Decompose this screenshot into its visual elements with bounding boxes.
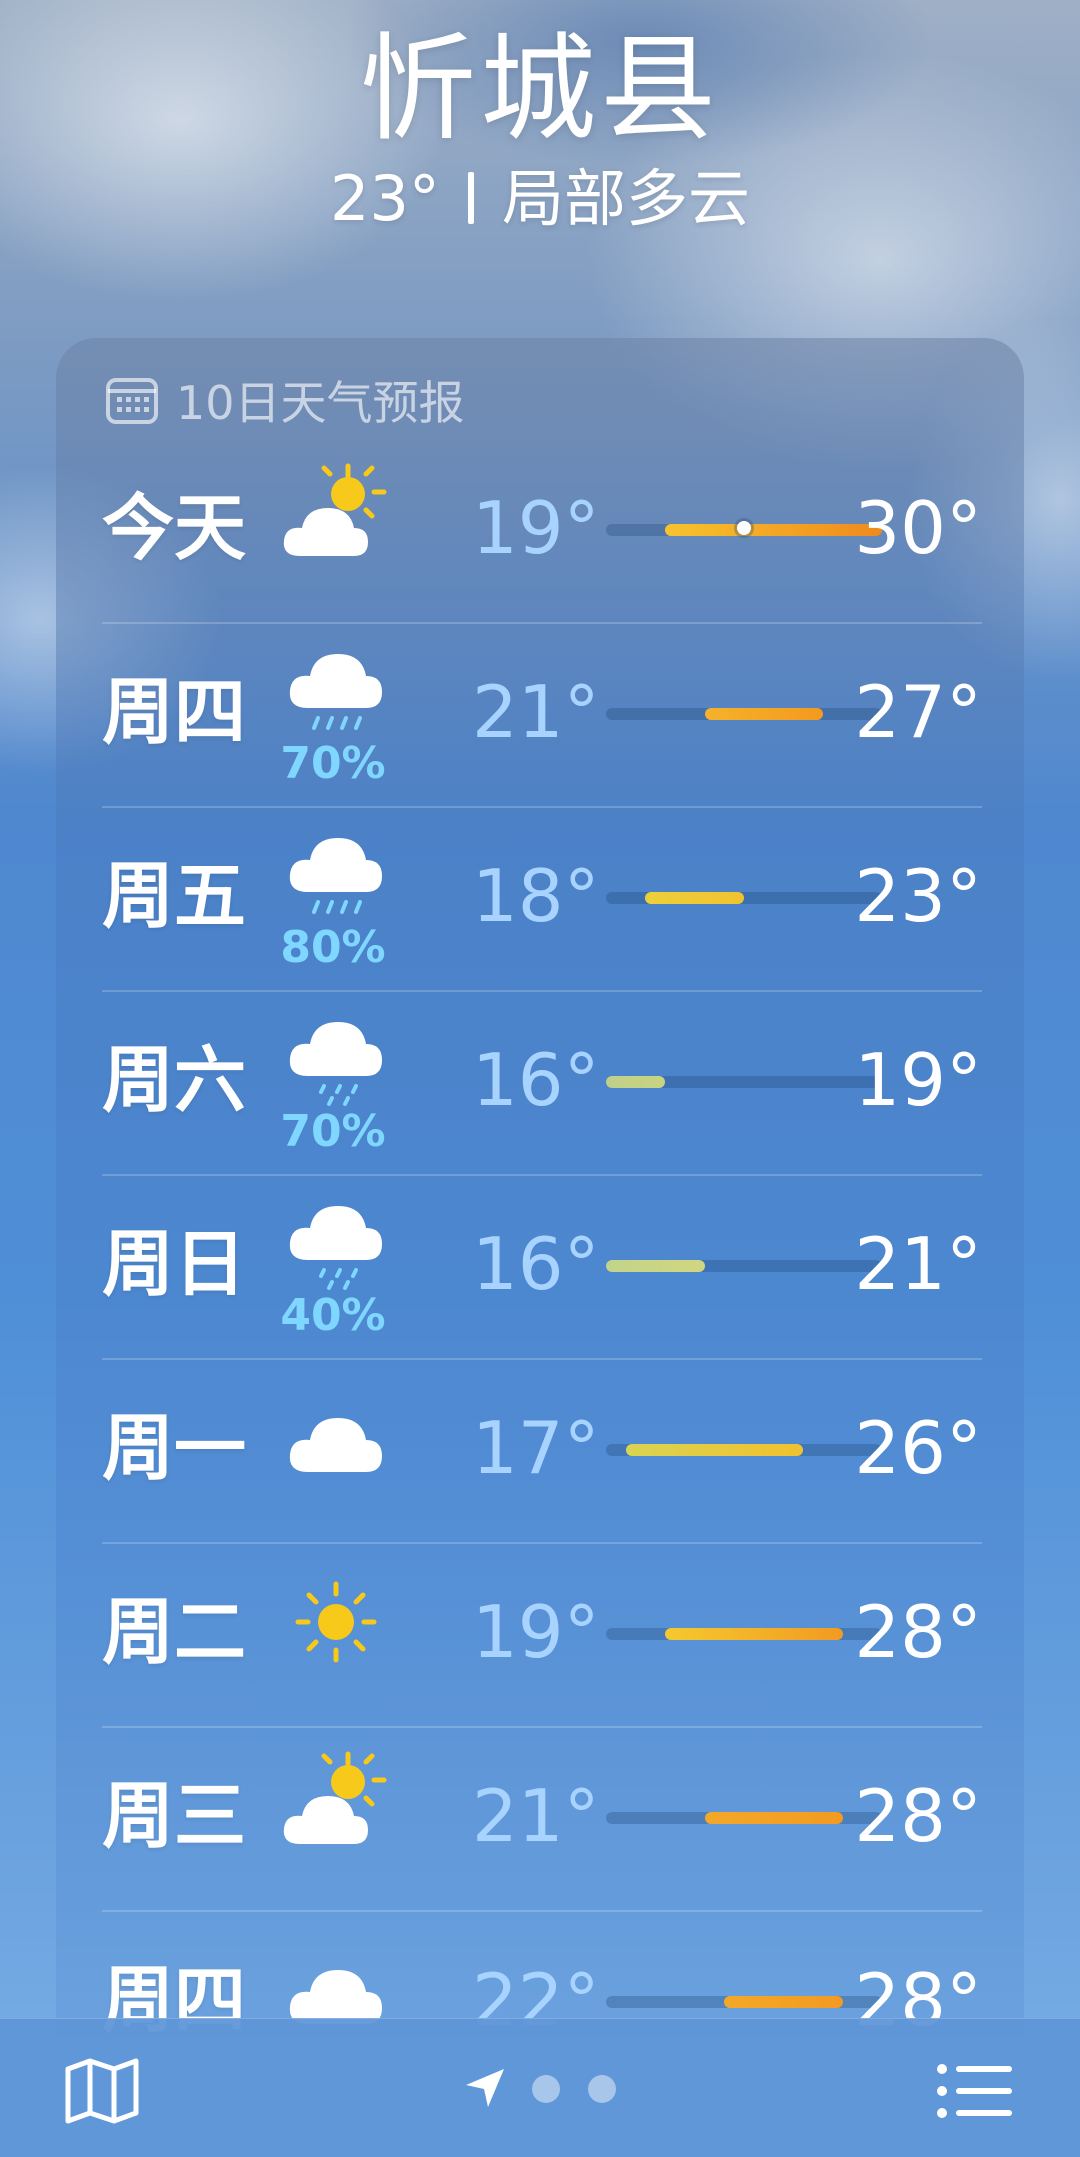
current-temperature-dot bbox=[737, 521, 751, 535]
temperature-range-bar bbox=[606, 1260, 882, 1272]
forecast-row[interactable]: 周一 17° 26° bbox=[102, 1358, 982, 1542]
high-temperature: 27° bbox=[854, 670, 982, 754]
row-divider bbox=[102, 1358, 982, 1360]
current-temperature: 23° bbox=[330, 162, 440, 235]
temperature-range-fill bbox=[704, 708, 823, 720]
forecast-row[interactable]: 周六 70% 16° 19° bbox=[102, 990, 982, 1174]
low-temperature: 16° bbox=[472, 1222, 600, 1306]
forecast-row[interactable]: 周三 21° 28° bbox=[102, 1726, 982, 1910]
temperature-range-fill bbox=[665, 524, 882, 536]
location-arrow-icon[interactable] bbox=[462, 2065, 508, 2111]
temperature-range-bar bbox=[606, 1628, 882, 1640]
precipitation-chance: 70% bbox=[280, 1106, 386, 1157]
temperature-range-bar bbox=[606, 1444, 882, 1456]
low-temperature: 18° bbox=[472, 854, 600, 938]
high-temperature: 28° bbox=[854, 1774, 982, 1858]
forecast-row[interactable]: 周二 19° 28° bbox=[102, 1542, 982, 1726]
precipitation-chance: 80% bbox=[280, 922, 386, 973]
list-icon[interactable] bbox=[936, 2063, 1014, 2119]
temperature-range-fill bbox=[665, 1628, 843, 1640]
low-temperature: 19° bbox=[472, 486, 600, 570]
row-divider bbox=[102, 1910, 982, 1912]
temperature-range-bar bbox=[606, 1812, 882, 1824]
page-dot-2[interactable] bbox=[588, 2075, 616, 2103]
row-divider bbox=[102, 622, 982, 624]
low-temperature: 16° bbox=[472, 1038, 600, 1122]
temperature-range-bar bbox=[606, 892, 882, 904]
day-label: 周五 bbox=[102, 854, 247, 938]
high-temperature: 19° bbox=[854, 1038, 982, 1122]
low-temperature: 17° bbox=[472, 1406, 600, 1490]
partly-sunny-icon bbox=[278, 460, 388, 570]
row-divider bbox=[102, 1726, 982, 1728]
forecast-row[interactable]: 今天 19° 30° bbox=[102, 438, 982, 622]
high-temperature: 26° bbox=[854, 1406, 982, 1490]
current-summary: 23° 局部多云 bbox=[0, 164, 1080, 234]
high-temperature: 21° bbox=[854, 1222, 982, 1306]
temperature-range-bar bbox=[606, 1996, 882, 2008]
day-label: 周三 bbox=[102, 1774, 247, 1858]
current-condition: 局部多云 bbox=[501, 162, 750, 235]
temperature-range-fill bbox=[625, 1444, 804, 1456]
day-label: 今天 bbox=[102, 486, 247, 570]
temperature-range-fill bbox=[606, 1260, 705, 1272]
low-temperature: 21° bbox=[472, 1774, 600, 1858]
low-temperature: 19° bbox=[472, 1590, 600, 1674]
forecast-header: 10日天气预报 bbox=[106, 372, 465, 430]
low-temperature: 21° bbox=[472, 670, 600, 754]
cloud-icon bbox=[278, 1380, 388, 1490]
bottom-toolbar bbox=[0, 2018, 1080, 2157]
temperature-range-bar bbox=[606, 521, 882, 536]
day-label: 周日 bbox=[102, 1222, 247, 1306]
high-temperature: 23° bbox=[854, 854, 982, 938]
precipitation-chance: 40% bbox=[280, 1290, 386, 1341]
city-name: 忻城县 bbox=[360, 22, 720, 157]
forecast-row[interactable]: 周日 40% 16° 21° bbox=[102, 1174, 982, 1358]
temperature-range-fill bbox=[645, 892, 744, 904]
day-label: 周六 bbox=[102, 1038, 247, 1122]
day-label: 周二 bbox=[102, 1590, 247, 1674]
header: 忻城县 23° 局部多云 bbox=[0, 28, 1080, 234]
temperature-range-fill bbox=[724, 1996, 843, 2008]
page-dot-1[interactable] bbox=[532, 2075, 560, 2103]
row-divider bbox=[102, 1174, 982, 1176]
temperature-range-fill bbox=[606, 1076, 666, 1088]
precipitation-chance: 70% bbox=[280, 738, 386, 789]
forecast-row[interactable]: 周四 70% 21° 27° bbox=[102, 622, 982, 806]
ten-day-forecast-card[interactable]: 10日天气预报 今天 19° 30° 周四 70% 21° 27° 周五 80% 18° 23° 周六… bbox=[56, 338, 1024, 2038]
temperature-range-fill bbox=[704, 1812, 843, 1824]
day-label: 周四 bbox=[102, 670, 247, 754]
calendar-icon bbox=[106, 376, 158, 424]
row-divider bbox=[102, 1542, 982, 1544]
day-label: 周一 bbox=[102, 1406, 247, 1490]
temperature-range-bar bbox=[606, 708, 882, 720]
temperature-range-bar bbox=[606, 1076, 882, 1088]
partly-sunny-icon bbox=[278, 1748, 388, 1858]
forecast-row[interactable]: 周五 80% 18° 23° bbox=[102, 806, 982, 990]
forecast-title: 10日天气预报 bbox=[176, 376, 465, 430]
separator bbox=[467, 172, 474, 224]
map-icon[interactable] bbox=[62, 2055, 142, 2127]
sun-icon bbox=[278, 1564, 388, 1674]
row-divider bbox=[102, 990, 982, 992]
high-temperature: 28° bbox=[854, 1590, 982, 1674]
row-divider bbox=[102, 806, 982, 808]
high-temperature: 30° bbox=[854, 486, 982, 570]
